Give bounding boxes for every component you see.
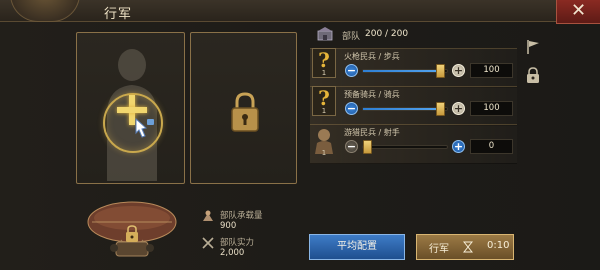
capacity-label: 部队承载量 [220, 211, 263, 221]
close-x-icon: ✕ [570, 0, 587, 21]
locked-slot-card[interactable] [190, 32, 297, 184]
slider-thumb[interactable] [436, 64, 445, 78]
header-bar: 行军 ✕ [0, 0, 600, 24]
padlock-icon [231, 92, 259, 132]
unit-name: 火枪民兵 / 步兵 [344, 52, 400, 61]
unit-name: 预备骑兵 / 骑兵 [344, 90, 400, 99]
close-button[interactable]: ✕ [556, 0, 600, 24]
hero-slot-card[interactable] [76, 32, 185, 184]
unit-tier: 1 [321, 69, 327, 77]
padlock-small-icon[interactable] [524, 66, 542, 84]
slider-fill [363, 108, 445, 110]
march-button[interactable]: 行军 0:10 [416, 234, 514, 260]
capacity-icon [203, 210, 213, 221]
capacity-value: 900 [220, 221, 237, 231]
quantity-input[interactable]: 100 [470, 101, 513, 116]
emblem-icon [10, 0, 80, 22]
quantity-slider[interactable] [362, 140, 448, 154]
slider-thumb[interactable] [363, 140, 372, 154]
troops-icon [317, 27, 333, 41]
quantity-input[interactable]: 100 [470, 63, 513, 78]
troops-label: 部队 [342, 32, 361, 42]
decrease-button[interactable]: − [345, 102, 358, 115]
hourglass-icon [463, 241, 473, 253]
airship-image [87, 201, 177, 257]
march-label: 行军 [429, 244, 449, 255]
march-screen: 行军 ✕ 部队承载量 900 部队实力 2,000 部队 200 / 200 ?… [0, 0, 600, 270]
archer-unit-icon[interactable]: 1 [312, 126, 336, 156]
increase-button[interactable]: + [452, 102, 465, 115]
crossed-swords-icon [202, 237, 214, 249]
slider-fill [363, 70, 445, 72]
unknown-unit-icon: ? [318, 48, 330, 72]
unit-tier: 1 [321, 107, 327, 115]
march-time: 0:10 [487, 240, 510, 251]
unit-card[interactable]: ? 1 [312, 48, 336, 78]
power-value: 2,000 [220, 248, 245, 258]
tap-hand-icon [135, 117, 154, 138]
unknown-unit-icon: ? [318, 86, 330, 110]
flag-icon[interactable] [524, 38, 542, 56]
unit-tier: 1 [322, 149, 326, 156]
troops-value: 200 / 200 [365, 29, 409, 39]
increase-button[interactable]: + [452, 64, 465, 77]
quantity-input[interactable]: 0 [470, 139, 513, 154]
unit-name: 游猎民兵 / 射手 [344, 128, 400, 137]
power-label: 部队实力 [220, 238, 255, 248]
page-title: 行军 [104, 7, 133, 22]
unit-card[interactable]: ? 1 [312, 86, 336, 116]
slider-thumb[interactable] [436, 102, 445, 116]
quantity-slider[interactable] [362, 64, 448, 78]
quantity-slider[interactable] [362, 102, 448, 116]
average-config-button[interactable]: 平均配置 [309, 234, 405, 260]
increase-button[interactable]: + [452, 140, 465, 153]
decrease-button[interactable]: − [345, 140, 358, 153]
decrease-button[interactable]: − [345, 64, 358, 77]
